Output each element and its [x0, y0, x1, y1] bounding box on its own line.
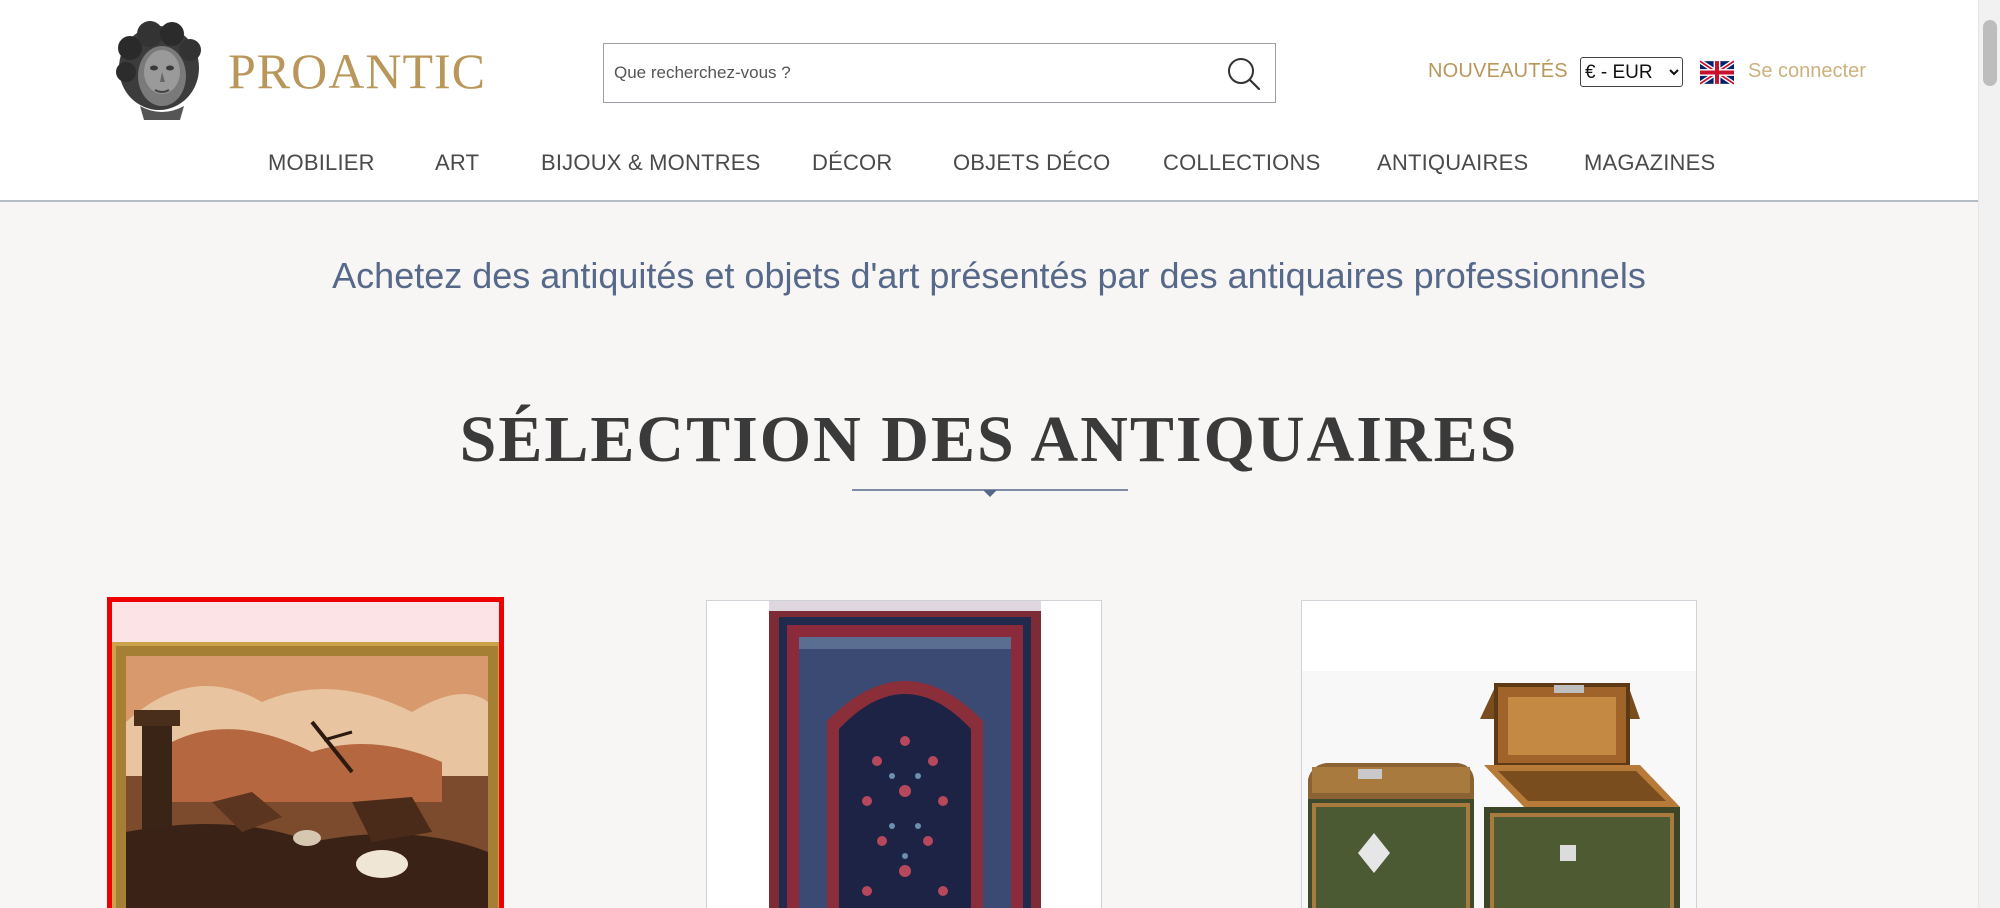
nav-item-bijoux-montres[interactable]: BIJOUX & MONTRES — [541, 150, 761, 176]
painting-image — [112, 602, 499, 908]
section-title: SÉLECTION DES ANTIQUAIRES — [459, 403, 1519, 476]
rug-image — [707, 601, 1101, 908]
login-link[interactable]: Se connecter — [1748, 60, 1866, 83]
nav-item-mobilier[interactable]: MOBILIER — [268, 150, 375, 176]
boxes-image — [1302, 601, 1696, 908]
search-box — [603, 43, 1276, 103]
nav-item-collections[interactable]: COLLECTIONS — [1163, 150, 1320, 176]
search-button[interactable] — [1223, 54, 1263, 94]
uk-flag-icon[interactable] — [1700, 60, 1734, 85]
nav-item-art[interactable]: ART — [435, 150, 479, 176]
site-header: PROANTIC NOUVEAUTÉS € - EUR Se connecter… — [0, 0, 1978, 202]
page-scrollbar[interactable] — [1978, 0, 2000, 908]
search-input[interactable] — [614, 56, 1214, 90]
tagline: Achetez des antiquités et objets d'art p… — [332, 255, 1646, 296]
nav-item-magazines[interactable]: MAGAZINES — [1584, 150, 1715, 176]
logo-text: PROANTIC — [228, 43, 487, 99]
currency-select[interactable]: € - EUR — [1580, 57, 1683, 87]
nav-item-antiquaires[interactable]: ANTIQUAIRES — [1377, 150, 1528, 176]
bust-logo-icon — [116, 21, 201, 120]
logo-link[interactable]: PROANTIC — [110, 20, 486, 122]
nav-item-objets-deco[interactable]: OBJETS DÉCO — [953, 150, 1110, 176]
product-card-boxes[interactable] — [1301, 600, 1697, 908]
nav-item-decor[interactable]: DÉCOR — [812, 150, 892, 176]
product-card-painting[interactable] — [107, 597, 504, 908]
product-card-rug[interactable] — [706, 600, 1102, 908]
nouveautes-link[interactable]: NOUVEAUTÉS — [1428, 60, 1568, 83]
title-divider — [852, 489, 1128, 497]
search-icon — [1228, 58, 1261, 91]
scrollbar-thumb[interactable] — [1983, 20, 1997, 86]
